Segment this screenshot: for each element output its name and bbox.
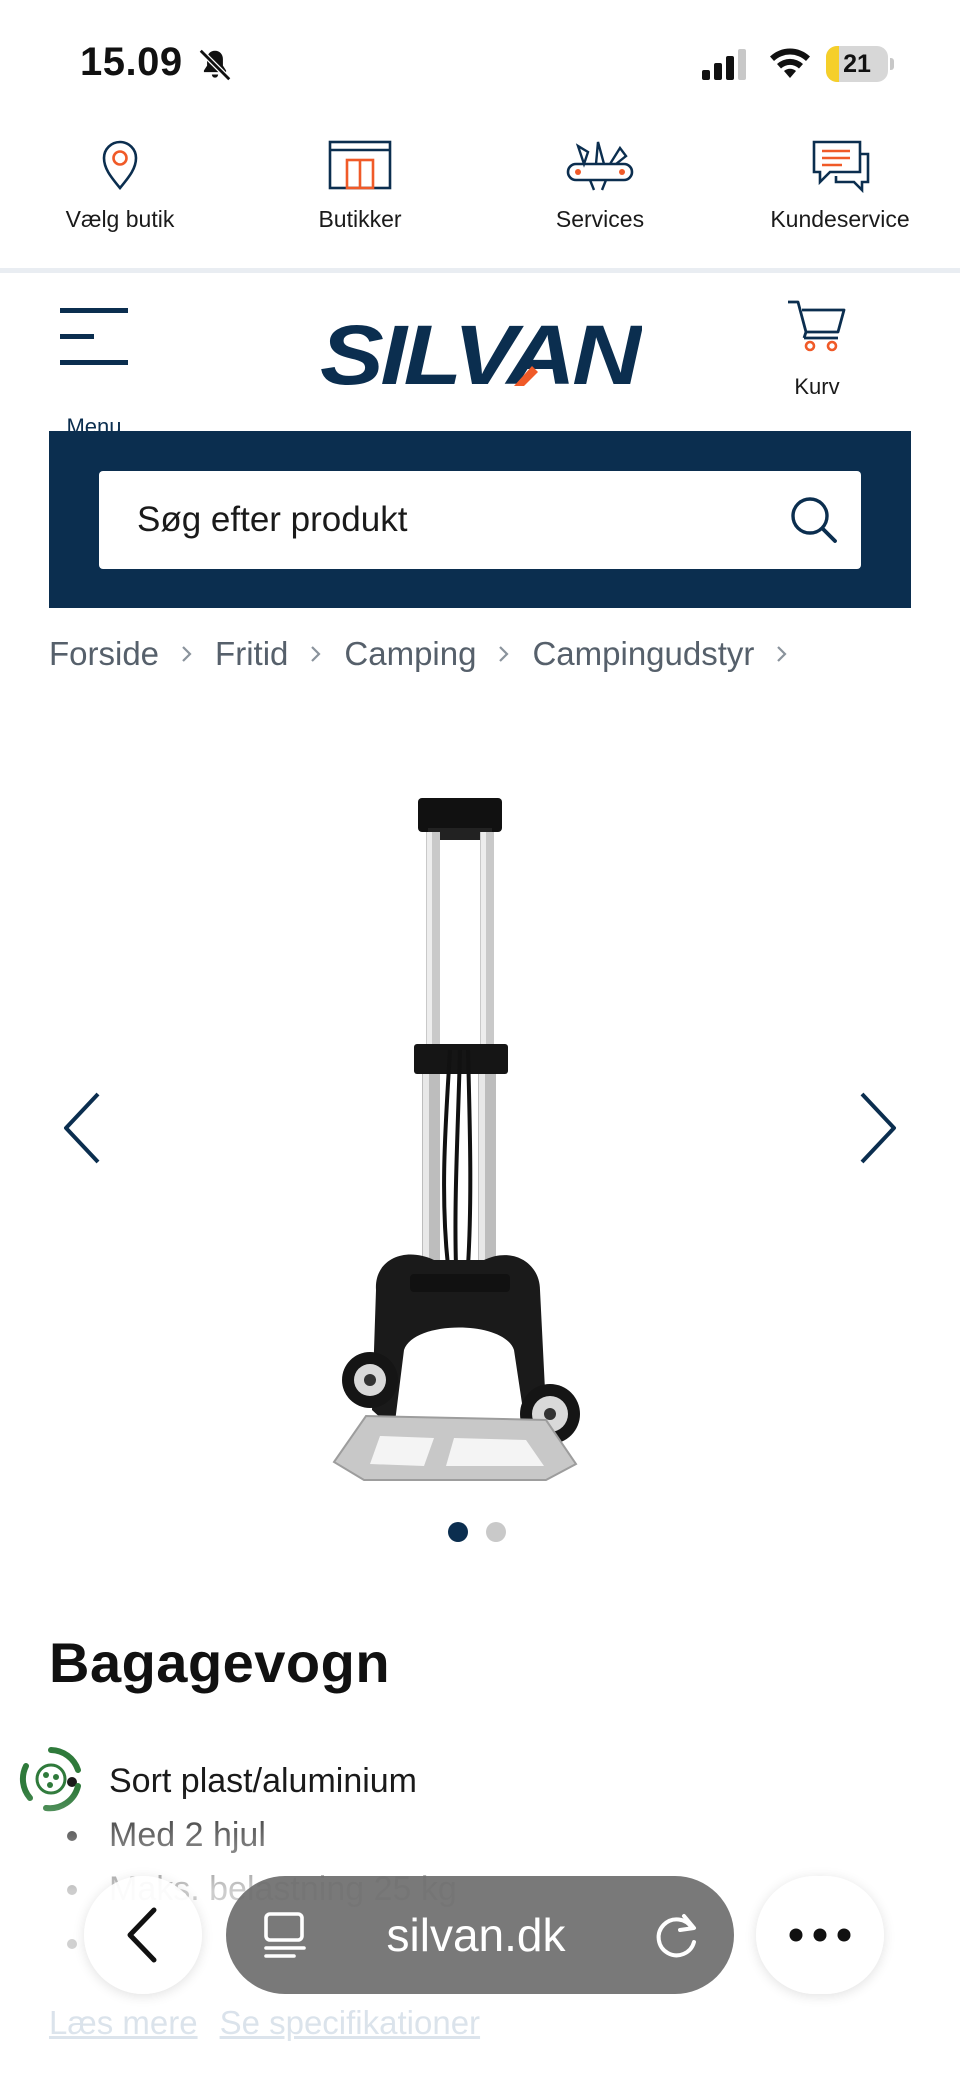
utility-label: Services [555,206,645,232]
breadcrumb-item-home[interactable]: Forside [49,635,159,673]
product-links: Læs mere Se specifikationer [49,2004,480,2042]
cellular-signal-icon [702,49,746,80]
status-time: 15.09 [80,40,183,84]
utility-item-customer-service[interactable]: Kundeservice [720,128,960,268]
search-input[interactable] [137,471,757,569]
chevron-right-icon [288,632,344,676]
product-title: Bagagevogn [49,1631,391,1694]
cart-label: Kurv [794,374,840,399]
feature-item: Sort plast/aluminium [49,1754,869,1808]
utility-item-stores[interactable]: Butikker [240,128,480,268]
product-gallery [0,740,960,1542]
utility-label: Kundeservice [770,206,910,232]
site-header: Menu SILVAN Kurv [0,274,960,439]
wifi-icon [770,48,810,78]
reload-icon[interactable] [650,1908,704,1962]
address-bar[interactable]: silvan.dk [226,1876,734,1994]
url-text: silvan.dk [386,1909,566,1961]
store-icon [328,140,392,190]
more-dots-icon [789,1928,851,1942]
location-pin-icon [102,140,138,191]
utility-item-services[interactable]: Services [480,128,720,268]
gallery-dot[interactable] [486,1522,506,1542]
chevron-right-icon [754,632,810,676]
gallery-dot-active[interactable] [448,1522,468,1542]
divider [0,268,960,273]
silvan-logo[interactable]: SILVAN [318,316,642,396]
hamburger-icon [60,308,128,365]
product-image [332,798,580,1481]
chevron-left-icon[interactable] [58,1088,108,1168]
status-bar: 15.09 21 [0,0,960,120]
feature-item: Med 2 hjul [49,1808,869,1862]
menu-button[interactable]: Menu [56,304,136,439]
multitool-icon [566,141,634,191]
specifications-link[interactable]: Se specifikationer [220,2004,480,2042]
utility-label: Butikker [318,206,402,232]
svg-text:SILVAN: SILVAN [320,316,642,396]
chevron-right-icon [476,632,532,676]
chevron-right-icon [159,632,215,676]
cart-button[interactable]: Kurv [776,296,858,399]
breadcrumb-item-camping-gear[interactable]: Campingudstyr [532,635,754,673]
gallery-dots [448,1522,506,1542]
eco-badge-icon[interactable] [16,1744,86,1814]
chat-bubbles-icon [812,140,870,194]
battery-icon: 21 [826,46,894,82]
browser-back-button[interactable] [84,1876,202,1994]
utility-nav: Vælg butik Butikker Services Kundeservic… [0,128,960,268]
reader-icon[interactable] [260,1910,310,1960]
search-icon[interactable] [789,495,839,545]
more-options-button[interactable] [756,1876,884,1994]
breadcrumb-item-leisure[interactable]: Fritid [215,635,288,673]
read-more-link[interactable]: Læs mere [49,2004,198,2042]
utility-label: Vælg butik [65,206,175,232]
bell-slash-icon [198,48,232,82]
breadcrumb-item-camping[interactable]: Camping [344,635,476,673]
search-box[interactable] [99,471,861,569]
back-chevron-icon [127,1907,157,1963]
search-band [49,431,911,608]
cart-icon [788,300,846,352]
battery-level: 21 [843,50,871,78]
breadcrumb: Forside Fritid Camping Campingudstyr [49,632,810,676]
chevron-right-icon[interactable] [852,1088,902,1168]
utility-item-choose-store[interactable]: Vælg butik [0,128,240,268]
